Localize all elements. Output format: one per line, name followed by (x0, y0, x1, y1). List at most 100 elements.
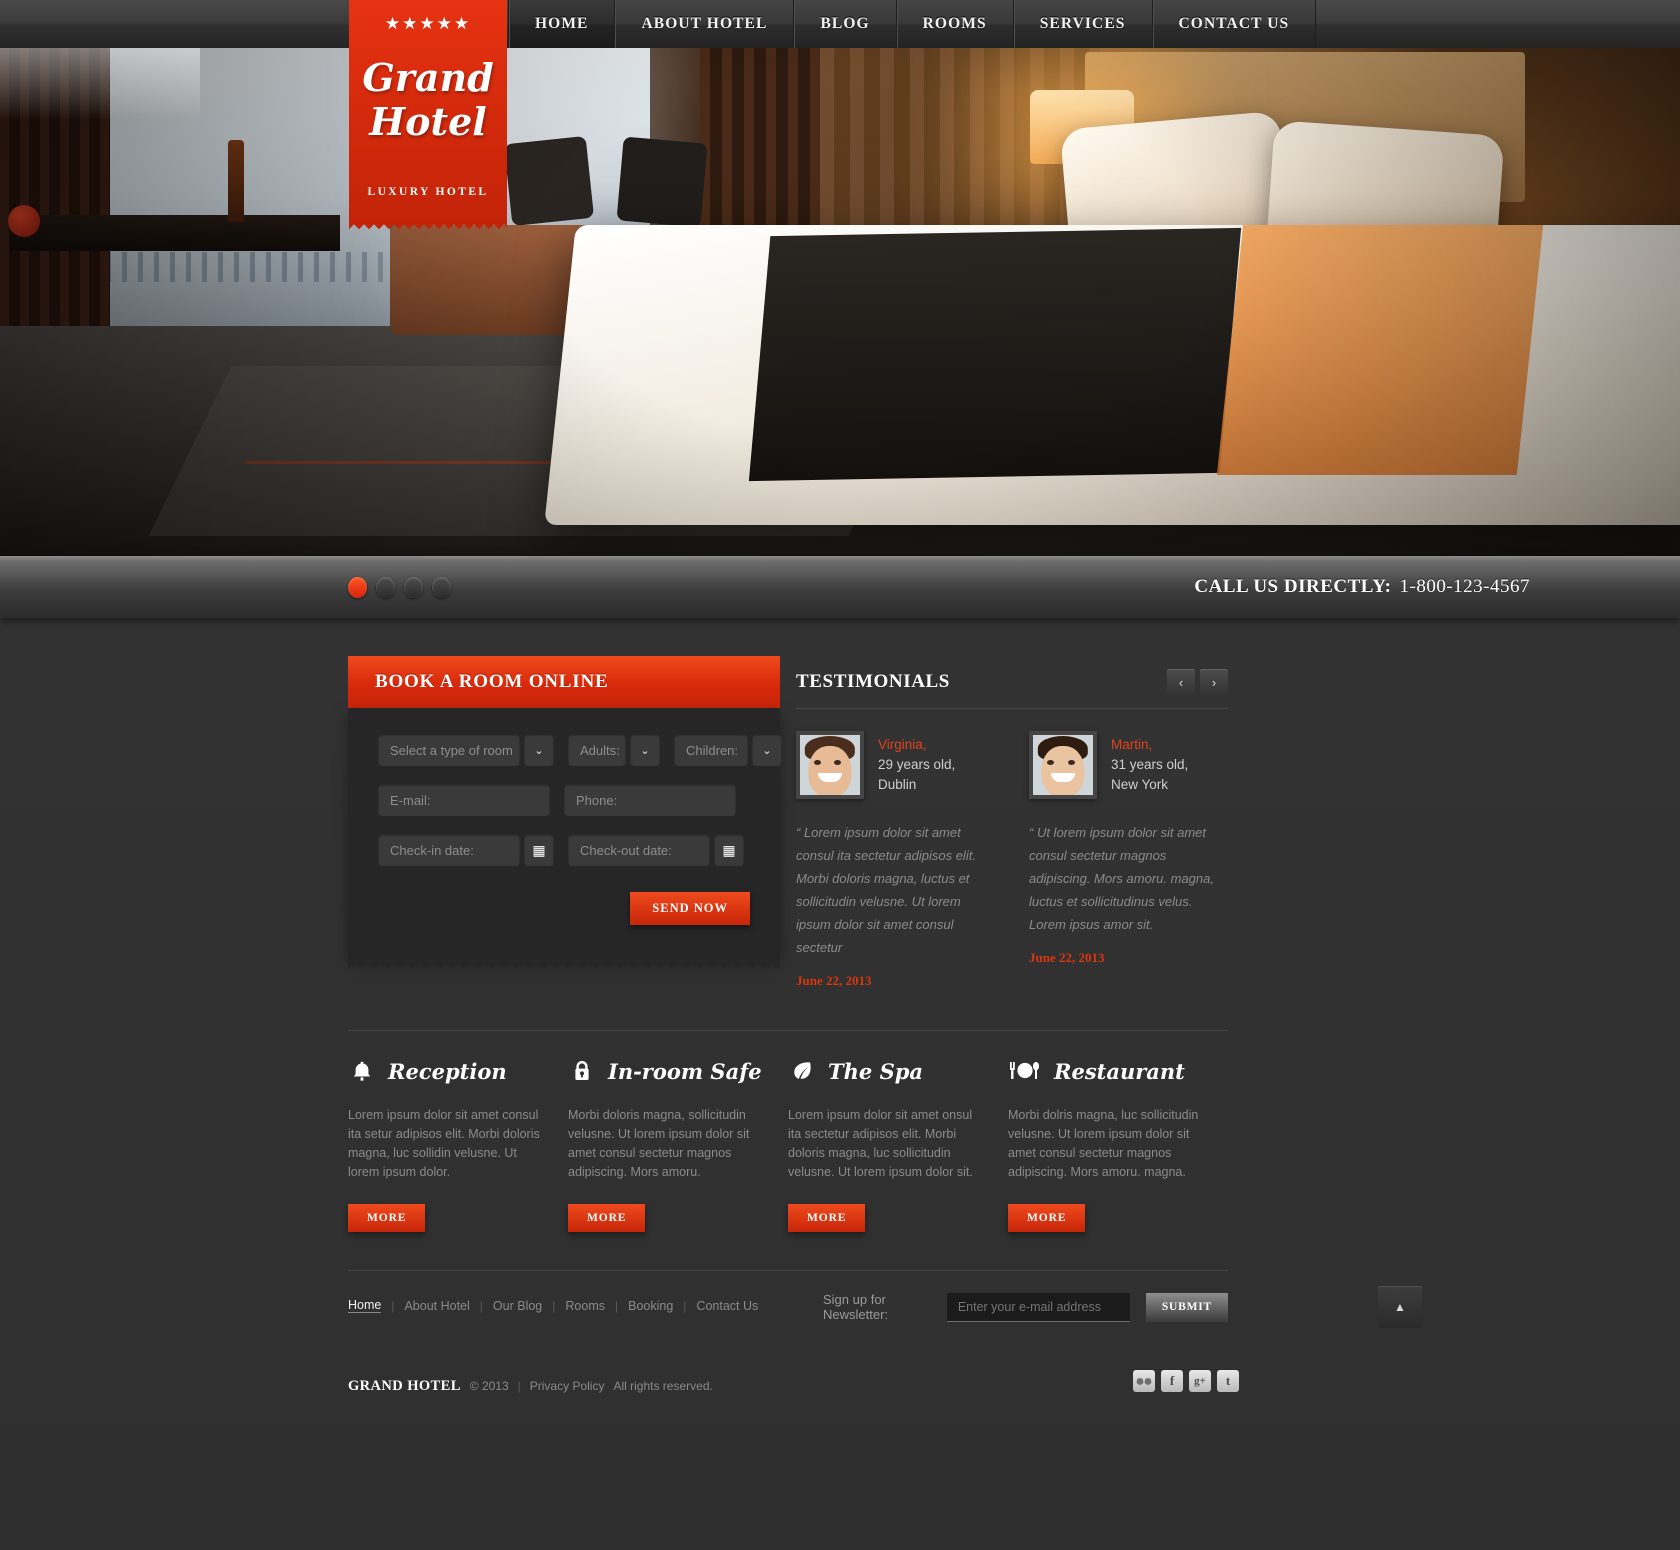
checkout-date-field[interactable]: Check-out date: (568, 834, 710, 866)
checkout-date-group[interactable]: Check-out date: ▦ (568, 834, 744, 866)
logo-title: Grand Hotel (349, 56, 507, 144)
divider (348, 1030, 1228, 1031)
nav-item-rooms[interactable]: ROOMS (896, 0, 1014, 48)
top-navigation-bar: HOME ABOUT HOTEL BLOG ROOMS SERVICES CON… (0, 0, 1680, 48)
testimonial-city: New York (1111, 777, 1169, 792)
chevron-down-icon[interactable]: ⌄ (524, 734, 554, 766)
flickr-icon[interactable] (1133, 1370, 1155, 1392)
testimonials-list: Virginia, 29 years old, Dublin “ Lorem i… (796, 731, 1228, 989)
service-text: Lorem ipsum dolor sit amet consul ita se… (348, 1108, 540, 1179)
restaurant-icon (1008, 1060, 1042, 1082)
site-logo[interactable]: ★★★★★ Grand Hotel LUXURY HOTEL (349, 0, 507, 229)
main-content: BOOK A ROOM ONLINE Select a type of room… (0, 618, 1680, 1550)
nav-item-home[interactable]: HOME (508, 0, 616, 48)
booking-row-2: E-mail: Phone: (378, 784, 750, 816)
checkin-date-field[interactable]: Check-in date: (378, 834, 520, 866)
twitter-icon[interactable]: t (1217, 1370, 1239, 1392)
call-us-phone[interactable]: 1-800-123-4567 (1400, 576, 1530, 598)
testimonial-person: Martin, 31 years old, New York (1029, 731, 1228, 799)
service-title: Restaurant (1054, 1058, 1185, 1084)
checkin-date-group[interactable]: Check-in date: ▦ (378, 834, 554, 866)
testimonial-meta: Virginia, 29 years old, Dublin (878, 731, 955, 799)
calendar-icon[interactable]: ▦ (524, 834, 554, 866)
children-select[interactable]: Children: ⌄ (674, 734, 782, 766)
avatar (796, 731, 864, 799)
footer-link-about-hotel[interactable]: About Hotel (404, 1299, 469, 1313)
footer-link-home[interactable]: Home (348, 1298, 382, 1313)
booking-form: Select a type of room ⌄ Adults: ⌄ Childr… (348, 708, 782, 968)
testimonial-meta: Martin, 31 years old, New York (1111, 731, 1188, 799)
social-links: f g+ t (1133, 1370, 1239, 1392)
scroll-to-top-button[interactable]: ▲ (1378, 1286, 1422, 1328)
footer-link-contact-us[interactable]: Contact Us (696, 1299, 758, 1313)
room-type-select[interactable]: Select a type of room ⌄ (378, 734, 554, 766)
separator: | (614, 1298, 619, 1313)
room-type-value[interactable]: Select a type of room (378, 734, 520, 766)
booking-actions: SEND NOW (378, 892, 750, 925)
booking-row-1: Select a type of room ⌄ Adults: ⌄ Childr… (378, 734, 782, 766)
footer-link-rooms[interactable]: Rooms (565, 1299, 605, 1313)
separator: | (517, 1379, 521, 1393)
nav-item-about-hotel[interactable]: ABOUT HOTEL (615, 0, 795, 48)
rights-text: All rights reserved. (613, 1379, 713, 1393)
newsletter-email-input[interactable] (946, 1292, 1130, 1322)
more-button[interactable]: MORE (788, 1204, 866, 1232)
copyright-bar: GRAND HOTEL © 2013 | Privacy Policy All … (348, 1378, 713, 1395)
nav-item-services[interactable]: SERVICES (1013, 0, 1153, 48)
footer-link-our-blog[interactable]: Our Blog (493, 1299, 542, 1313)
service-card-restaurant: Restaurant Morbi dolris magna, luc solli… (1008, 1050, 1228, 1232)
main-nav: HOME ABOUT HOTEL BLOG ROOMS SERVICES CON… (508, 0, 1317, 48)
lock-icon (568, 1060, 596, 1082)
chevron-down-icon[interactable]: ⌄ (752, 734, 782, 766)
next-arrow-icon[interactable]: › (1200, 669, 1228, 695)
nav-item-blog[interactable]: BLOG (794, 0, 897, 48)
testimonials-header: TESTIMONIALS ‹ › (796, 656, 1228, 708)
more-button[interactable]: MORE (1008, 1204, 1086, 1232)
send-now-button[interactable]: SEND NOW (630, 892, 750, 925)
service-card-reception: Reception Lorem ipsum dolor sit amet con… (348, 1050, 568, 1232)
call-bar: CALL US DIRECTLY: 1-800-123-4567 (0, 556, 1680, 618)
booking-row-3: Check-in date: ▦ Check-out date: ▦ (378, 834, 750, 866)
chevron-down-icon[interactable]: ⌄ (630, 734, 660, 766)
more-button[interactable]: MORE (568, 1204, 646, 1232)
googleplus-icon[interactable]: g+ (1189, 1370, 1211, 1392)
avatar (1029, 731, 1097, 799)
calendar-icon[interactable]: ▦ (714, 834, 744, 866)
more-button[interactable]: MORE (348, 1204, 426, 1232)
testimonials-nav: ‹ › (1167, 669, 1228, 695)
testimonial-date: June 22, 2013 (1029, 950, 1105, 965)
booking-title: BOOK A ROOM ONLINE (348, 656, 780, 708)
testimonial-age: 31 years old, (1111, 757, 1189, 772)
facebook-icon[interactable]: f (1161, 1370, 1183, 1392)
testimonial-item: Virginia, 29 years old, Dublin “ Lorem i… (796, 731, 995, 989)
copyright-year: © 2013 (469, 1379, 509, 1393)
footer-nav: Home | About Hotel | Our Blog | Rooms | … (348, 1298, 758, 1313)
testimonial-city: Dublin (878, 777, 917, 792)
separator: | (552, 1298, 556, 1313)
divider (348, 1270, 1228, 1271)
separator: | (683, 1298, 687, 1313)
phone-field[interactable]: Phone: (564, 784, 736, 816)
nav-label: SERVICES (1039, 15, 1126, 32)
hero-slider[interactable] (0, 0, 1680, 556)
services-section: Reception Lorem ipsum dolor sit amet con… (348, 1050, 1228, 1232)
newsletter-submit-button[interactable]: SUBMIT (1145, 1292, 1228, 1322)
testimonials-title: TESTIMONIALS (796, 671, 950, 692)
service-text: Lorem ipsum dolor sit amet onsul ita sec… (788, 1108, 973, 1179)
service-title: Reception (388, 1058, 507, 1084)
adults-value[interactable]: Adults: (568, 734, 626, 766)
call-us-label: CALL US DIRECTLY: (1194, 576, 1392, 597)
footer-link-booking[interactable]: Booking (628, 1299, 673, 1313)
email-field[interactable]: E-mail: (378, 784, 550, 816)
logo-tagline: LUXURY HOTEL (367, 186, 489, 198)
nav-item-contact-us[interactable]: CONTACT US (1152, 0, 1317, 48)
newsletter-label: Sign up for Newsletter: (823, 1292, 889, 1322)
privacy-policy-link[interactable]: Privacy Policy (530, 1379, 605, 1393)
children-value[interactable]: Children: (674, 734, 748, 766)
testimonial-name: Martin, (1111, 737, 1153, 752)
service-title: The Spa (828, 1058, 924, 1084)
logo-line-1: Grand (362, 55, 494, 100)
prev-arrow-icon[interactable]: ‹ (1167, 669, 1195, 695)
nav-label: ROOMS (922, 15, 987, 32)
adults-select[interactable]: Adults: ⌄ (568, 734, 660, 766)
